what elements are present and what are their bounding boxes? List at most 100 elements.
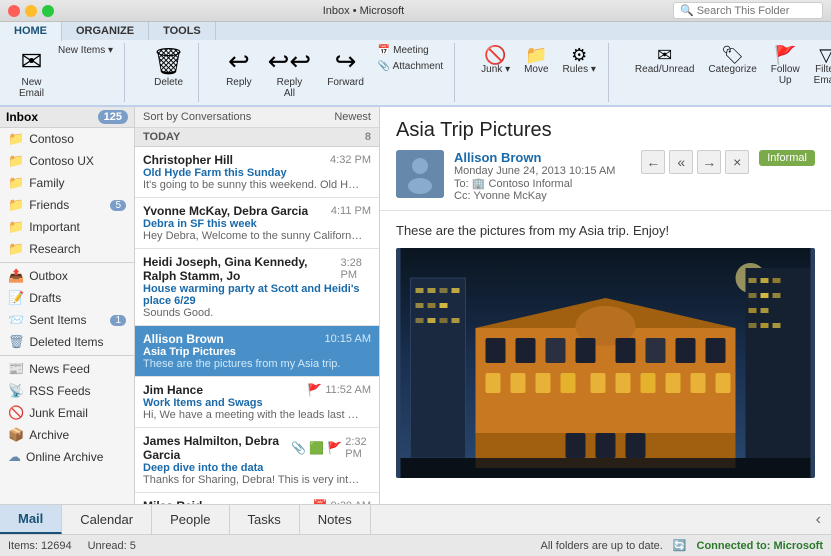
new-email-button[interactable]: ✉ NewEmail: [12, 43, 51, 102]
window-controls[interactable]: [8, 5, 54, 17]
email-preview-2: Hey Debra, Welcome to the sunny Californ…: [143, 230, 363, 242]
flag-indicator-5: 🚩: [307, 383, 322, 397]
email-item-7[interactable]: Miles Reid 📅 9:30 AM Summer Intern Talks…: [135, 493, 379, 504]
email-subject-1: Old Hyde Farm this Sunday: [143, 167, 371, 179]
items-count: Items: 12694: [8, 540, 72, 552]
to-value: Contoso Informal: [489, 178, 573, 190]
status-right: All folders are up to date. 🔄 Connected …: [541, 539, 824, 552]
search-icon: 🔍: [680, 4, 694, 17]
categorize-icon: 🏷: [721, 46, 744, 64]
reading-image: [396, 248, 815, 478]
email-item-5[interactable]: Jim Hance 🚩 11:52 AM Work Items and Swag…: [135, 377, 379, 428]
minimize-button[interactable]: [25, 5, 37, 17]
sidebar-item-rssfeeds[interactable]: 📡 RSS Feeds: [0, 380, 134, 402]
search-box[interactable]: 🔍: [673, 2, 823, 19]
forward-icon: ↪: [335, 46, 357, 77]
nav-prev-button[interactable]: ←: [641, 150, 665, 174]
maximize-button[interactable]: [42, 5, 54, 17]
ribbon-group-move: 🚫 Junk ▾ 📁 Move ⚙ Rules ▾: [469, 43, 609, 102]
sidebar-item-drafts[interactable]: 📝 Drafts: [0, 287, 134, 309]
email-item-3[interactable]: Heidi Joseph, Gina Kennedy, Ralph Stamm,…: [135, 249, 379, 326]
email-item-2[interactable]: Yvonne McKay, Debra Garcia 4:11 PM Debra…: [135, 198, 379, 249]
junk-folder-icon: 🚫: [8, 405, 24, 421]
email-subject-6: Deep dive into the data: [143, 462, 371, 474]
email-item-4[interactable]: Allison Brown 10:15 AM Asia Trip Picture…: [135, 326, 379, 377]
email-subject-4: Asia Trip Pictures: [143, 346, 371, 358]
forward-button[interactable]: ↪ Forward: [320, 43, 371, 91]
sidebar-item-friends[interactable]: 📁 Friends 5: [0, 194, 134, 216]
newest-filter-button[interactable]: Newest: [334, 111, 371, 123]
email-subject-3: House warming party at Scott and Heidi's…: [143, 283, 371, 307]
new-email-icon: ✉: [21, 46, 43, 77]
folder-icon: 📁: [8, 131, 24, 147]
sidebar-item-important[interactable]: 📁 Important: [0, 216, 134, 238]
email-time-3: 3:28 PM: [340, 257, 371, 281]
nav-prev-all-button[interactable]: «: [669, 150, 693, 174]
sidebar-item-sent[interactable]: 📨 Sent Items 1: [0, 309, 134, 331]
reading-title: Asia Trip Pictures: [396, 119, 815, 142]
tab-tasks[interactable]: Tasks: [230, 505, 300, 534]
junk-button[interactable]: 🚫 Junk ▾: [475, 43, 516, 78]
reply-button[interactable]: ↩ Reply: [219, 43, 259, 91]
filter-email-button[interactable]: ▽ FilterEmail: [808, 43, 831, 89]
sidebar-item-online-archive[interactable]: ☁ Online Archive: [0, 446, 134, 468]
flag-icon-6: 🚩: [327, 441, 342, 455]
new-items-group: New Items ▾: [53, 43, 118, 58]
close-button[interactable]: [8, 5, 20, 17]
sidebar-item-junk[interactable]: 🚫 Junk Email: [0, 402, 134, 424]
reply-all-button[interactable]: ↩↩ ReplyAll: [261, 43, 319, 102]
sync-icon: 🔄: [673, 539, 687, 552]
rss-icon: 📡: [8, 383, 24, 399]
tab-home[interactable]: HOME: [0, 22, 62, 42]
sidebar-item-outbox[interactable]: 📤 Outbox: [0, 265, 134, 287]
unread-count: Unread: 5: [88, 540, 136, 552]
sidebar-item-newsfeed[interactable]: 📰 News Feed: [0, 358, 134, 380]
outbox-icon: 📤: [8, 268, 24, 284]
tab-people[interactable]: People: [152, 505, 229, 534]
follow-up-button[interactable]: 🚩 FollowUp: [765, 43, 806, 89]
new-buttons: ✉ NewEmail New Items ▾: [12, 43, 118, 102]
sidebar-item-archive[interactable]: 📦 Archive: [0, 424, 134, 446]
folder-icon: 📁: [8, 153, 24, 169]
email-preview-1: It's going to be sunny this weekend. Old…: [143, 179, 363, 191]
search-input[interactable]: [697, 5, 817, 17]
email-time-2: 4:11 PM: [331, 205, 371, 217]
categorize-button[interactable]: 🏷 Categorize: [702, 43, 762, 78]
sidebar-item-contoso[interactable]: 📁 Contoso: [0, 128, 134, 150]
paperclip-icon-6: 📎: [291, 441, 306, 455]
folder-icon: 📁: [8, 241, 24, 257]
tab-notes[interactable]: Notes: [300, 505, 371, 534]
date-group-today: TODAY 8: [135, 128, 379, 147]
tab-calendar[interactable]: Calendar: [62, 505, 152, 534]
ribbon-group-delete: 🗑 Delete: [139, 43, 199, 102]
attachment-button[interactable]: 📎 Attachment: [373, 59, 448, 74]
email-sender-3: Heidi Joseph, Gina Kennedy, Ralph Stamm,…: [143, 255, 340, 283]
reading-close-button[interactable]: ×: [725, 150, 749, 174]
tab-mail[interactable]: Mail: [0, 505, 62, 534]
email-item-1[interactable]: Christopher Hill 4:32 PM Old Hyde Farm t…: [135, 147, 379, 198]
category-icon-6: 🟩: [309, 441, 324, 455]
rules-button[interactable]: ⚙ Rules ▾: [557, 43, 602, 78]
all-folders-status: All folders are up to date.: [541, 540, 663, 552]
sidebar-item-contoso-ux[interactable]: 📁 Contoso UX: [0, 150, 134, 172]
meeting-button[interactable]: 📅 Meeting: [373, 43, 434, 58]
email-sender-1: Christopher Hill: [143, 153, 233, 167]
sidebar-item-deleted[interactable]: 🗑 Deleted Items: [0, 331, 134, 353]
read-unread-button[interactable]: ✉ Read/Unread: [629, 43, 700, 78]
move-icon: 📁: [525, 46, 547, 64]
sort-conversations-button[interactable]: Sort by Conversations: [143, 111, 251, 123]
junk-icon: 🚫: [484, 46, 506, 64]
email-item-6[interactable]: James Halmilton, Debra Garcia 📎 🟩 🚩 2:32…: [135, 428, 379, 493]
tab-organize[interactable]: ORGANIZE: [62, 22, 149, 40]
new-items-button[interactable]: New Items ▾: [53, 43, 118, 58]
move-button[interactable]: 📁 Move: [518, 43, 554, 78]
sidebar-item-family[interactable]: 📁 Family: [0, 172, 134, 194]
nav-next-button[interactable]: →: [697, 150, 721, 174]
email-sender-4: Allison Brown: [143, 332, 224, 346]
reply-icon: ↩: [228, 46, 250, 77]
tab-tools[interactable]: TOOLS: [149, 22, 216, 40]
sidebar-item-research[interactable]: 📁 Research: [0, 238, 134, 260]
date-group-count: 8: [365, 131, 371, 143]
expand-nav-button[interactable]: ‹: [806, 505, 831, 534]
delete-button[interactable]: 🗑 Delete: [145, 43, 192, 91]
